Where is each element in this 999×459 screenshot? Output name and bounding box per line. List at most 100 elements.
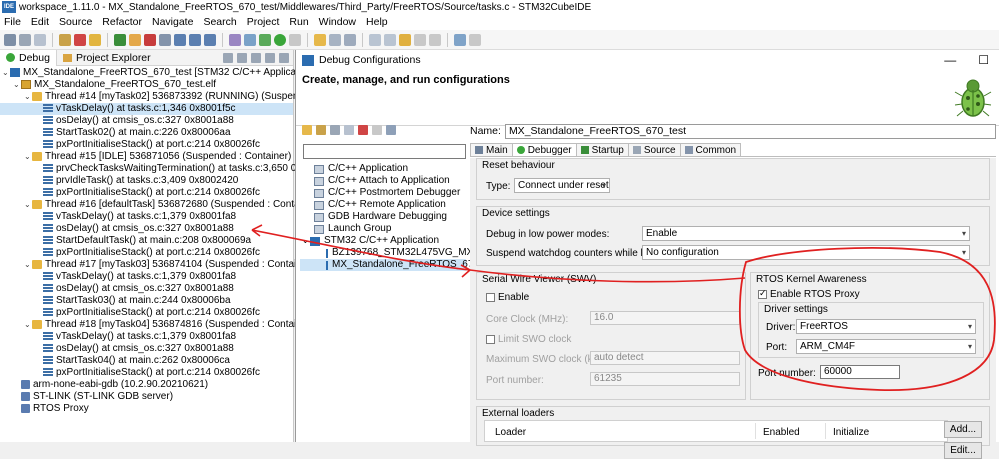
stack-frame-row[interactable]: vTaskDelay() at tasks.c:1,379 0x8001fa8 — [0, 211, 293, 223]
reset-type-select[interactable]: Connect under reset ▾ — [514, 178, 610, 193]
stack-frame-row[interactable]: osDelay() at cmsis_os.c:327 0x8001a88 — [0, 283, 293, 295]
stack-frame-row[interactable]: StartTask03() at main.c:244 0x80006ba — [0, 295, 293, 307]
menu-source[interactable]: Source — [59, 16, 92, 28]
thread-row[interactable]: ⌄ Thread #17 [myTask03] 536874104 (Suspen… — [0, 259, 314, 271]
initialize-column-header[interactable]: Initialize — [833, 427, 869, 438]
menu-search[interactable]: Search — [203, 16, 236, 28]
chevron-down-icon[interactable]: ⌄ — [302, 235, 310, 247]
stack-frame-row[interactable]: pxPortInitialiseStack() at port.c:214 0x… — [0, 139, 293, 151]
export-icon[interactable] — [330, 125, 340, 135]
tree-row[interactable]: ⌄ MX_Standalone_FreeRTOS_670_test [STM32 … — [0, 67, 315, 79]
minimize-icon[interactable] — [279, 52, 289, 63]
last-edit-icon[interactable] — [399, 33, 411, 46]
rtos-port-select[interactable]: ARM_CM4F ▾ — [796, 339, 976, 354]
stop-icon[interactable] — [144, 33, 156, 46]
stack-frame-row[interactable]: vTaskDelay() at tasks.c:1,379 0x8001fa8 — [0, 331, 293, 343]
new-configuration-icon[interactable] — [302, 125, 312, 135]
stack-frame-row[interactable]: pxPortInitialiseStack() at port.c:214 0x… — [0, 307, 293, 319]
suspend-icon[interactable] — [89, 33, 101, 46]
minimize-icon[interactable]: — — [944, 53, 956, 67]
add-loader-button[interactable]: Add... — [944, 421, 982, 438]
stack-frame-row[interactable]: vTaskDelay() at tasks.c:1,346 0x8001f5c — [0, 103, 293, 115]
watchdog-select[interactable]: No configuration ▾ — [642, 245, 970, 260]
configuration-item[interactable]: C/C++ Postmortem Debugger — [300, 187, 466, 199]
configuration-item[interactable]: C/C++ Attach to Application — [300, 175, 466, 187]
low-power-select[interactable]: Enable ▾ — [642, 226, 970, 241]
external-tools-icon[interactable] — [289, 33, 301, 46]
filter-icon[interactable] — [386, 125, 396, 135]
step-return-icon[interactable] — [204, 33, 216, 46]
build-icon[interactable] — [59, 33, 71, 46]
tab-debugger[interactable]: Debugger — [511, 143, 577, 156]
instruction-step-icon[interactable] — [229, 33, 241, 46]
save-icon[interactable] — [19, 33, 31, 46]
tree-row[interactable]: arm-none-eabi-gdb (10.2.90.20210621) — [0, 379, 293, 391]
chevron-down-icon[interactable]: ⌄ — [24, 199, 32, 211]
menu-refactor[interactable]: Refactor — [102, 16, 142, 28]
step-into-icon[interactable] — [174, 33, 186, 46]
enable-rtos-proxy-checkbox[interactable]: Enable RTOS Proxy — [758, 288, 860, 300]
max-swo-input[interactable]: auto detect — [590, 351, 740, 365]
menu-window[interactable]: Window — [319, 16, 356, 28]
tree-row[interactable]: ⌄ MX_Standalone_FreeRTOS_670_test.elf — [0, 79, 293, 91]
new-prototype-icon[interactable] — [316, 125, 326, 135]
thread-row[interactable]: ⌄ Thread #16 [defaultTask] 536872680 (Sus… — [0, 199, 320, 211]
link-icon[interactable] — [237, 52, 247, 63]
tree-row[interactable]: RTOS Proxy — [0, 403, 293, 415]
view-menu-icon[interactable] — [265, 52, 275, 63]
configuration-item[interactable]: MX_Standalone_FreeRTOS_670_test — [300, 259, 501, 271]
edit-loader-button[interactable]: Edit... — [944, 442, 982, 459]
chevron-down-icon[interactable]: ⌄ — [24, 91, 32, 103]
configuration-item[interactable]: BZ139768_STM32L475VG_MX — [300, 247, 473, 259]
back-icon[interactable] — [414, 33, 426, 46]
menu-navigate[interactable]: Navigate — [152, 16, 193, 28]
pause-icon[interactable] — [129, 33, 141, 46]
chevron-down-icon[interactable]: ⌄ — [24, 319, 32, 331]
stack-frame-row[interactable]: osDelay() at cmsis_os.c:327 0x8001a88 — [0, 115, 293, 127]
rtos-port-number-input[interactable]: 60000 — [820, 365, 900, 379]
tab-project-explorer[interactable]: Project Explorer — [57, 50, 157, 66]
swv-enable-checkbox[interactable]: Enable — [486, 292, 529, 303]
stack-frame-row[interactable]: osDelay() at cmsis_os.c:327 0x8001a88 — [0, 223, 293, 235]
duplicate-icon[interactable] — [344, 125, 354, 135]
save-all-icon[interactable] — [34, 33, 46, 46]
chevron-down-icon[interactable]: ⌄ — [2, 67, 10, 79]
stack-frame-row[interactable]: StartTask04() at main.c:262 0x80006ca — [0, 355, 293, 367]
collapse-all-icon[interactable] — [372, 125, 382, 135]
menu-run[interactable]: Run — [289, 16, 308, 28]
menu-file[interactable]: File — [4, 16, 21, 28]
name-field[interactable]: MX_Standalone_FreeRTOS_670_test — [504, 123, 996, 139]
step-over-icon[interactable] — [189, 33, 201, 46]
stack-frame-row[interactable]: prvCheckTasksWaitingTermination() at tas… — [0, 163, 340, 175]
stack-frame-row[interactable]: pxPortInitialiseStack() at port.c:214 0x… — [0, 247, 293, 259]
new-icon[interactable] — [4, 33, 16, 46]
forward-icon[interactable] — [429, 33, 441, 46]
configuration-item[interactable]: GDB Hardware Debugging — [300, 211, 466, 223]
stack-frame-row[interactable]: vTaskDelay() at tasks.c:1,379 0x8001fa8 — [0, 271, 293, 283]
tree-row[interactable]: ST-LINK (ST-LINK GDB server) — [0, 391, 293, 403]
thread-row[interactable]: ⌄ Thread #18 [myTask04] 536874816 (Suspen… — [0, 319, 314, 331]
menu-edit[interactable]: Edit — [31, 16, 49, 28]
prev-annotation-icon[interactable] — [384, 33, 396, 46]
open-type-icon[interactable] — [314, 33, 326, 46]
stack-frame-row[interactable]: StartDefaultTask() at main.c:208 0x80006… — [0, 235, 293, 247]
tab-debug[interactable]: Debug — [0, 49, 57, 66]
resume-icon[interactable] — [114, 33, 126, 46]
chevron-down-icon[interactable]: ⌄ — [24, 259, 32, 271]
search-icon[interactable] — [329, 33, 341, 46]
next-annotation-icon[interactable] — [369, 33, 381, 46]
driver-select[interactable]: FreeRTOS ▾ — [796, 319, 976, 334]
pen-icon[interactable] — [344, 33, 356, 46]
tab-source[interactable]: Source — [627, 143, 681, 156]
configuration-item[interactable]: C/C++ Remote Application — [300, 199, 466, 211]
stack-frame-row[interactable]: prvIdleTask() at tasks.c:3,409 0x8002420 — [0, 175, 293, 187]
chevron-down-icon[interactable]: ⌄ — [13, 79, 21, 91]
terminate-icon[interactable] — [74, 33, 86, 46]
menu-help[interactable]: Help — [366, 16, 388, 28]
chevron-down-icon[interactable]: ⌄ — [24, 151, 32, 163]
collapse-all-icon[interactable] — [223, 52, 233, 63]
filter-input[interactable] — [303, 144, 466, 159]
thread-row[interactable]: ⌄ Thread #14 [myTask02] 536873392 (RUNNIN… — [0, 91, 361, 103]
stack-frame-row[interactable]: osDelay() at cmsis_os.c:327 0x8001a88 — [0, 343, 293, 355]
menu-project[interactable]: Project — [247, 16, 280, 28]
